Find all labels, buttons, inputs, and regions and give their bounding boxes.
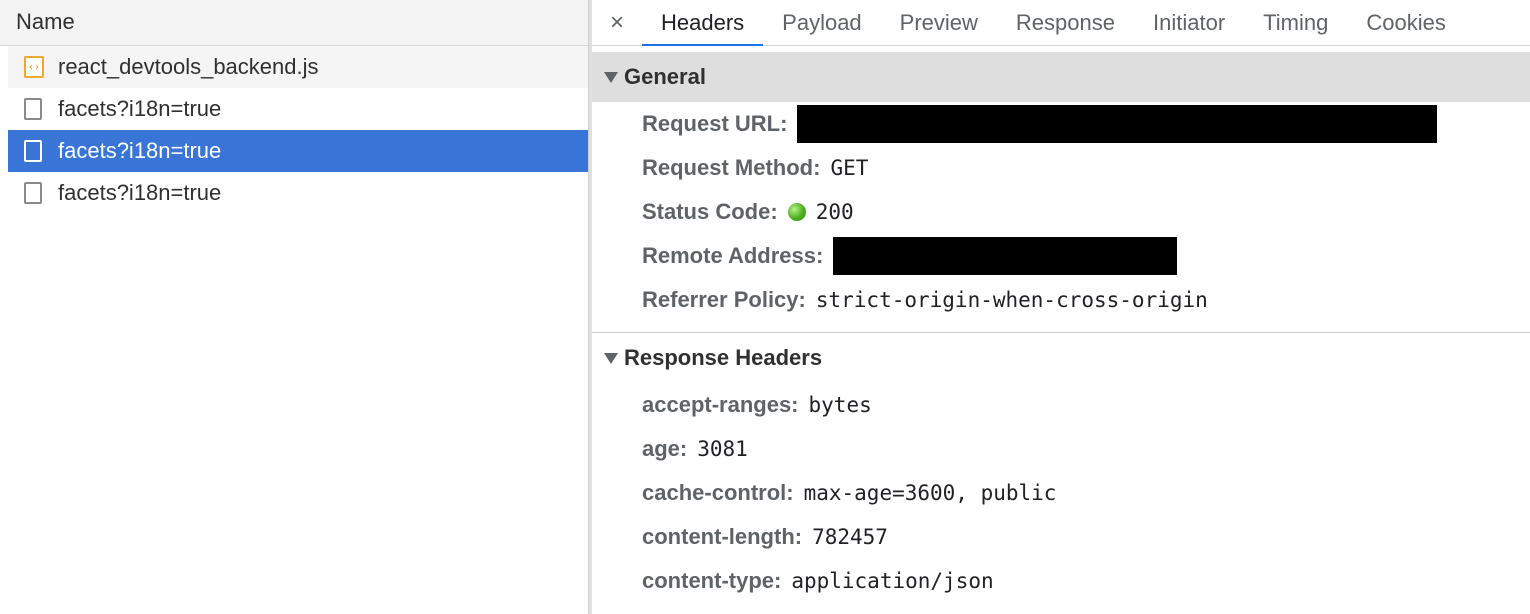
header-key: accept-ranges: — [642, 392, 799, 417]
request-method-value: GET — [830, 156, 869, 180]
status-ok-icon — [787, 203, 806, 221]
tab-cookies[interactable]: Cookies — [1347, 0, 1464, 45]
details-tabbar: × Headers Payload Preview Response Initi… — [592, 0, 1530, 46]
triangle-down-icon — [604, 71, 618, 83]
redacted-remote-address — [833, 237, 1178, 275]
header-key: content-length: — [642, 524, 803, 549]
request-name: facets?i18n=true — [58, 138, 222, 163]
status-code-value: 200 — [815, 200, 854, 224]
referrer-policy-row: Referrer Policy: strict-origin-when-cros… — [592, 278, 1530, 322]
request-row-selected[interactable]: facets?i18n=true — [8, 130, 588, 172]
status-code-row: Status Code: 200 — [592, 190, 1530, 234]
tab-response[interactable]: Response — [997, 0, 1134, 45]
referrer-policy-label: Referrer Policy: — [642, 287, 806, 312]
header-row: age: 3081 — [592, 427, 1530, 471]
tab-payload[interactable]: Payload — [763, 0, 881, 45]
status-code-label: Status Code: — [642, 199, 778, 224]
document-icon — [24, 140, 42, 162]
name-column-header[interactable]: Name — [0, 0, 588, 46]
request-name: react_devtools_backend.js — [58, 54, 319, 79]
request-url-label: Request URL: — [642, 111, 788, 136]
request-name: facets?i18n=true — [58, 180, 222, 205]
header-key: content-type: — [642, 568, 782, 593]
js-file-icon: ‹› — [24, 56, 44, 78]
header-value: max-age=3600, public — [803, 481, 1057, 505]
general-section-header[interactable]: General — [592, 52, 1530, 102]
request-row[interactable]: facets?i18n=true — [8, 88, 588, 130]
general-section-title: General — [624, 64, 706, 89]
tab-headers[interactable]: Headers — [642, 0, 764, 46]
header-row: content-type: application/json — [592, 559, 1530, 603]
request-method-row: Request Method: GET — [592, 146, 1530, 190]
remote-address-row: Remote Address: — [592, 234, 1530, 278]
header-key: age: — [642, 436, 688, 461]
header-row: content-length: 782457 — [592, 515, 1530, 559]
request-rows: ‹› react_devtools_backend.js facets?i18n… — [0, 46, 588, 214]
tab-timing[interactable]: Timing — [1244, 0, 1347, 45]
header-value: 782457 — [812, 525, 888, 549]
response-headers-section-header[interactable]: Response Headers — [592, 333, 1530, 383]
header-value: bytes — [808, 393, 872, 417]
response-headers-title: Response Headers — [624, 345, 823, 370]
request-row[interactable]: facets?i18n=true — [8, 172, 588, 214]
request-name: facets?i18n=true — [58, 96, 222, 121]
header-key: cache-control: — [642, 480, 794, 505]
tab-initiator[interactable]: Initiator — [1134, 0, 1244, 45]
request-url-row: Request URL: — [592, 102, 1530, 146]
header-row: accept-ranges: bytes — [592, 383, 1530, 427]
document-icon — [24, 98, 42, 120]
request-row[interactable]: ‹› react_devtools_backend.js — [8, 46, 588, 88]
header-value: 3081 — [697, 437, 748, 461]
referrer-policy-value: strict-origin-when-cross-origin — [815, 288, 1208, 312]
remote-address-label: Remote Address: — [642, 243, 824, 268]
close-icon[interactable]: × — [592, 0, 642, 45]
tab-preview[interactable]: Preview — [881, 0, 997, 45]
triangle-down-icon — [604, 352, 618, 364]
header-row: cache-control: max-age=3600, public — [592, 471, 1530, 515]
document-icon — [24, 182, 42, 204]
redacted-request-url — [797, 105, 1438, 143]
request-details-pane: × Headers Payload Preview Response Initi… — [592, 0, 1530, 614]
request-list-pane: Name ‹› react_devtools_backend.js facets… — [0, 0, 588, 614]
header-value: application/json — [791, 569, 994, 593]
request-method-label: Request Method: — [642, 155, 821, 180]
